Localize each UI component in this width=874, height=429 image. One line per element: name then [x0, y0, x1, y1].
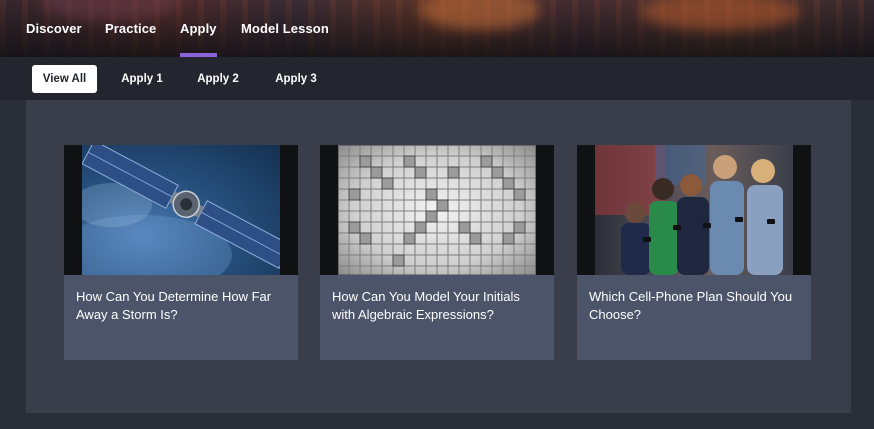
people-illustration — [595, 145, 783, 275]
card-media — [64, 145, 298, 275]
banner-glow — [640, 0, 800, 30]
subtab-bar: View All Apply 1 Apply 2 Apply 3 — [0, 57, 874, 100]
satellite-illustration — [82, 145, 280, 275]
nav-tab-model-lesson[interactable]: Model Lesson — [241, 0, 329, 57]
nav-tab-discover[interactable]: Discover — [26, 0, 82, 57]
subtab-label: View All — [42, 73, 87, 85]
subtab-label: Apply 3 — [275, 73, 317, 85]
top-navigation: Discover Practice Apply Model Lesson — [0, 0, 874, 57]
banner-glow — [420, 0, 540, 30]
subtab-apply-1[interactable]: Apply 1 — [110, 65, 174, 93]
lesson-card-phone-plan[interactable]: Which Cell-Phone Plan Should You Choose? — [577, 145, 811, 360]
nav-tab-label: Apply — [180, 21, 217, 36]
card-media — [577, 145, 811, 275]
nav-tab-label: Model Lesson — [241, 21, 329, 36]
subtab-apply-3[interactable]: Apply 3 — [264, 65, 328, 93]
grid-image — [338, 145, 536, 275]
subtab-label: Apply 1 — [121, 73, 163, 85]
nav-tab-label: Discover — [26, 21, 82, 36]
card-title: Which Cell-Phone Plan Should You Choose? — [589, 289, 793, 322]
people-image — [595, 145, 793, 275]
lesson-card-storm[interactable]: How Can You Determine How Far Away a Sto… — [64, 145, 298, 360]
subtab-view-all[interactable]: View All — [32, 65, 97, 93]
content-panel: How Can You Determine How Far Away a Sto… — [26, 100, 851, 413]
card-title: How Can You Model Your Initials with Alg… — [332, 289, 520, 322]
subtab-label: Apply 2 — [197, 73, 239, 85]
satellite-image — [82, 145, 280, 275]
nav-tab-apply[interactable]: Apply — [180, 0, 217, 57]
grid-illustration — [338, 145, 536, 275]
nav-tab-label: Practice — [105, 21, 157, 36]
nav-tab-practice[interactable]: Practice — [105, 0, 156, 57]
lesson-card-initials[interactable]: How Can You Model Your Initials with Alg… — [320, 145, 554, 360]
subtab-apply-2[interactable]: Apply 2 — [186, 65, 250, 93]
card-title: How Can You Determine How Far Away a Sto… — [76, 289, 272, 322]
card-media — [320, 145, 554, 275]
